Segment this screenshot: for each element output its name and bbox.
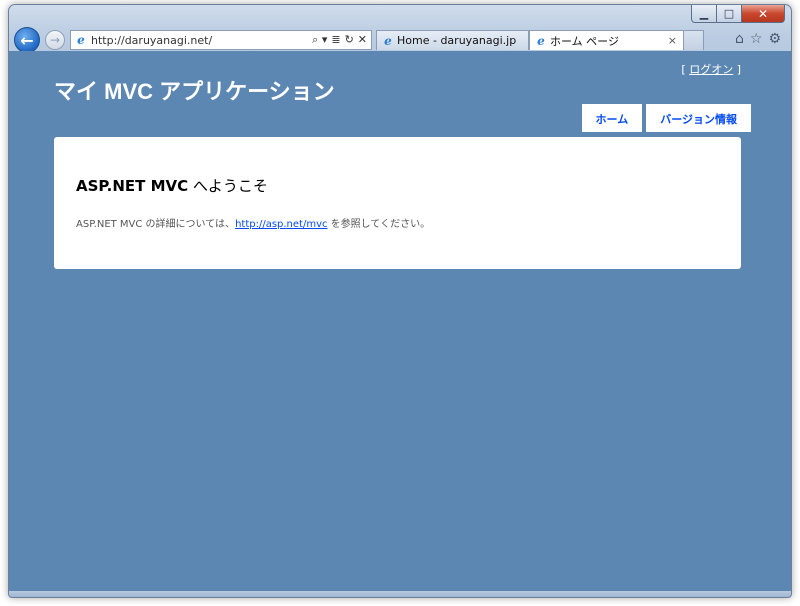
- main-menu: ホーム バージョン情報: [581, 104, 751, 132]
- home-icon[interactable]: ⌂: [735, 31, 744, 47]
- maximize-button[interactable]: □: [717, 5, 742, 23]
- search-icon[interactable]: ⌕ ▾: [312, 33, 327, 47]
- window-caption-buttons: ▁ □ ✕: [691, 5, 785, 24]
- forward-button[interactable]: →: [45, 30, 65, 50]
- address-url[interactable]: http://daruyanagi.net/: [91, 34, 312, 47]
- new-tab-button[interactable]: [684, 30, 704, 50]
- tab-label: Home - daruyanagi.jp: [397, 34, 517, 47]
- main-panel: ASP.NET MVC へようこそ ASP.NET MVC の詳細については、h…: [54, 137, 741, 269]
- asp-net-mvc-link[interactable]: http://asp.net/mvc: [235, 219, 327, 230]
- window-bottom-frame: [9, 591, 791, 597]
- site-title: マイ MVC アプリケーション: [54, 79, 335, 104]
- tools-gear-icon[interactable]: ⚙: [768, 31, 781, 47]
- browser-toolbar-icons: ⌂ ☆ ⚙: [735, 31, 781, 47]
- minimize-button[interactable]: ▁: [691, 5, 717, 23]
- refresh-icon[interactable]: ↻: [345, 33, 354, 47]
- welcome-text-prefix: ASP.NET MVC の詳細については、: [76, 219, 236, 230]
- address-bar[interactable]: e http://daruyanagi.net/ ⌕ ▾ ≣ ↻ ✕: [70, 30, 372, 50]
- welcome-heading: ASP.NET MVC へようこそ: [76, 175, 268, 196]
- stop-icon[interactable]: ✕: [358, 33, 367, 47]
- welcome-text-suffix: を参照してください。: [327, 219, 431, 230]
- tab-close-icon[interactable]: ×: [668, 34, 677, 47]
- tab-home-page-active[interactable]: e ホーム ページ ×: [529, 30, 684, 50]
- compatibility-view-icon[interactable]: ≣: [331, 33, 340, 47]
- login-bracket-close: ]: [733, 63, 741, 76]
- ie-page-icon: e: [77, 33, 85, 47]
- menu-item-about[interactable]: バージョン情報: [646, 104, 751, 132]
- welcome-heading-bold: ASP.NET MVC: [76, 177, 189, 195]
- favorites-star-icon[interactable]: ☆: [750, 31, 763, 47]
- menu-item-home[interactable]: ホーム: [581, 104, 643, 132]
- address-tools: ⌕ ▾ ≣ ↻ ✕: [312, 33, 367, 47]
- login-display: [ ログオン ]: [681, 61, 741, 77]
- back-button[interactable]: ←: [14, 27, 40, 53]
- login-link[interactable]: ログオン: [689, 63, 733, 76]
- browser-window: ▁ □ ✕ ← → e http://daruyanagi.net/ ⌕ ▾ ≣…: [8, 4, 792, 598]
- ie-tab-icon: e: [537, 33, 545, 48]
- welcome-text: ASP.NET MVC の詳細については、http://asp.net/mvc …: [76, 215, 430, 230]
- welcome-heading-rest: へようこそ: [188, 177, 268, 195]
- page-content: [ ログオン ] マイ MVC アプリケーション ホーム バージョン情報 ASP…: [9, 51, 791, 597]
- ie-tab-icon: e: [384, 33, 392, 48]
- tab-label: ホーム ページ: [550, 34, 619, 48]
- close-window-button[interactable]: ✕: [742, 5, 785, 23]
- tab-home-daruyanagi[interactable]: e Home - daruyanagi.jp: [376, 30, 529, 50]
